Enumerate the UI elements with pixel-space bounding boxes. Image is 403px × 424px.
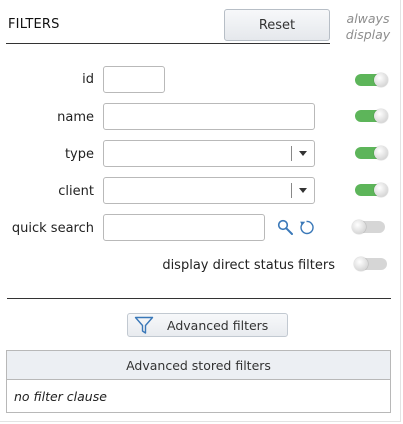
always-display-line2: display: [345, 27, 391, 42]
refresh-icon[interactable]: [298, 219, 315, 236]
header-divider: [6, 43, 330, 44]
name-label: name: [57, 110, 94, 125]
client-always-display-toggle[interactable]: [355, 183, 388, 197]
quick-search-always-display-toggle[interactable]: [352, 220, 385, 234]
direct-status-toggle[interactable]: [354, 257, 387, 271]
type-label: type: [64, 147, 94, 162]
name-always-display-toggle[interactable]: [355, 109, 388, 123]
toggle-knob: [374, 146, 388, 160]
section-divider: [7, 298, 391, 299]
select-separator: [291, 146, 292, 161]
toggle-knob: [352, 220, 366, 234]
type-always-display-toggle[interactable]: [355, 146, 388, 160]
toggle-knob: [374, 109, 388, 123]
client-select[interactable]: [103, 177, 315, 204]
filters-title: FILTERS: [8, 17, 60, 32]
toggle-knob: [374, 183, 388, 197]
id-always-display-toggle[interactable]: [355, 73, 388, 87]
chevron-down-icon[interactable]: [299, 151, 307, 156]
select-separator: [291, 183, 292, 198]
quick-search-input[interactable]: [103, 214, 265, 241]
stored-filters-header: Advanced stored filters: [7, 351, 390, 380]
filters-panel: FILTERS Reset always display id name typ…: [0, 0, 401, 422]
name-field[interactable]: [103, 103, 315, 130]
advanced-filters-label: Advanced filters: [167, 318, 269, 333]
stored-filters-empty-text: no filter clause: [14, 389, 107, 404]
toggle-knob: [374, 73, 388, 87]
always-display-line1: always: [346, 11, 390, 26]
advanced-filters-button[interactable]: Advanced filters: [127, 313, 288, 337]
id-label: id: [82, 72, 94, 87]
always-display-header: always display: [341, 11, 395, 43]
magnifier-icon[interactable]: [277, 219, 294, 236]
id-field[interactable]: [103, 66, 165, 93]
toggle-knob: [354, 257, 368, 271]
reset-button[interactable]: Reset: [224, 9, 330, 41]
stored-filters-box: Advanced stored filters no filter clause: [6, 350, 391, 413]
chevron-down-icon[interactable]: [299, 188, 307, 193]
direct-status-label: display direct status filters: [162, 258, 335, 273]
funnel-icon: [134, 316, 154, 334]
type-select[interactable]: [103, 140, 315, 167]
quick-search-label: quick search: [11, 221, 94, 236]
client-label: client: [58, 184, 94, 199]
